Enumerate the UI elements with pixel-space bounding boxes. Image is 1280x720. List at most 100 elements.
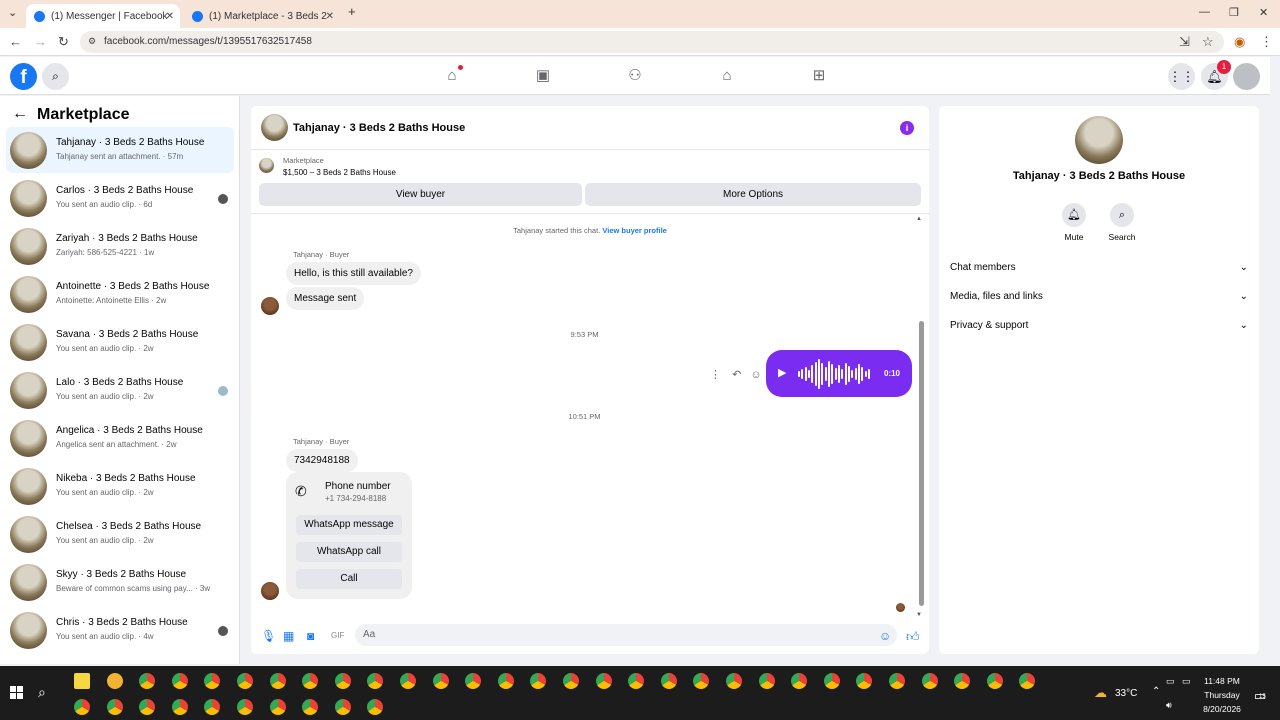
- chrome-icon[interactable]: [1019, 673, 1036, 689]
- more-options-button[interactable]: More Options: [585, 183, 921, 206]
- conversation-item[interactable]: Angelica · 3 Beds 2 Baths House Angelica …: [6, 415, 234, 461]
- chrome-icon[interactable]: [497, 673, 514, 689]
- chrome-icon[interactable]: [726, 673, 742, 689]
- facebook-logo-icon[interactable]: f: [10, 63, 37, 90]
- buyer-avatar[interactable]: [261, 582, 279, 600]
- tab-marketplace[interactable]: (1) Marketplace - 3 Beds 2 Baths House ✕: [184, 4, 340, 28]
- conversation-item[interactable]: Chris · 3 Beds 2 Baths House You sent an …: [6, 607, 234, 653]
- close-tab-icon[interactable]: ✕: [326, 11, 334, 22]
- chrome-icon[interactable]: [889, 673, 905, 689]
- conversation-item[interactable]: Antoinette · 3 Beds 2 Baths House Antoine…: [6, 271, 234, 317]
- minimize-button[interactable]: —: [1199, 6, 1210, 18]
- chrome-icon[interactable]: [758, 673, 775, 689]
- gif-icon[interactable]: GIF: [331, 631, 344, 640]
- chrome-icon[interactable]: [921, 673, 938, 689]
- emoji-react-icon[interactable]: ☺: [750, 369, 761, 381]
- new-tab-button[interactable]: +: [348, 4, 356, 19]
- chrome-icon[interactable]: [628, 673, 645, 689]
- search-icon[interactable]: ⌕: [42, 63, 69, 90]
- chrome-icon[interactable]: [171, 699, 188, 715]
- back-icon[interactable]: ←: [9, 34, 22, 49]
- chat-avatar[interactable]: [261, 114, 288, 141]
- conversation-item[interactable]: Carlos · 3 Beds 2 Baths House You sent an…: [6, 175, 234, 221]
- hidden-icons-chevron-icon[interactable]: ⌃: [1152, 686, 1160, 697]
- whatsapp-call-button[interactable]: WhatsApp call: [296, 542, 402, 562]
- message-bubble[interactable]: 7342948188: [286, 449, 358, 472]
- whatsapp-message-button[interactable]: WhatsApp message: [296, 515, 402, 535]
- section-privacy-support[interactable]: Privacy & support ⌄: [950, 320, 1248, 331]
- scroll-down-icon[interactable]: ▼: [916, 612, 922, 618]
- mute-button[interactable]: 🔔︎ Mute: [1054, 203, 1094, 242]
- account-avatar[interactable]: [1233, 63, 1260, 90]
- gaming-icon[interactable]: ⊞: [808, 65, 830, 87]
- chrome-icon[interactable]: [237, 699, 253, 715]
- photo-icon[interactable]: ▦: [283, 629, 294, 643]
- marketplace-icon[interactable]: ⌂: [716, 65, 738, 87]
- microphone-icon[interactable]: 🎙︎: [261, 629, 276, 643]
- sticky-notes-icon[interactable]: [74, 673, 90, 689]
- section-chat-members[interactable]: Chat members ⌄: [950, 262, 1248, 273]
- chrome-icon[interactable]: [465, 673, 482, 689]
- audio-message[interactable]: ▶ 0:10: [766, 350, 912, 397]
- chrome-icon[interactable]: [302, 673, 319, 689]
- install-app-icon[interactable]: ⇲: [1179, 34, 1190, 50]
- more-options-icon[interactable]: ⋮: [710, 369, 721, 381]
- search-icon[interactable]: ⌕: [38, 684, 46, 701]
- conversation-item[interactable]: Nikeba · 3 Beds 2 Baths House You sent an…: [6, 463, 234, 509]
- network-icon[interactable]: ▭: [1166, 676, 1175, 687]
- chrome-icon[interactable]: [400, 673, 416, 689]
- contact-avatar[interactable]: [1075, 116, 1123, 164]
- restore-button[interactable]: ❐: [1229, 6, 1239, 19]
- sticker-icon[interactable]: ◙: [307, 629, 314, 643]
- volume-icon[interactable]: 🔊︎: [1166, 700, 1172, 711]
- like-thumb-icon[interactable]: 👍︎: [906, 629, 920, 645]
- conversation-item[interactable]: Lalo · 3 Beds 2 Baths House You sent an a…: [6, 367, 234, 413]
- groups-icon[interactable]: ⚇: [624, 65, 646, 87]
- emoji-icon[interactable]: ☺: [879, 629, 891, 643]
- start-icon[interactable]: [10, 686, 23, 699]
- chrome-icon[interactable]: [367, 699, 384, 715]
- conversation-item[interactable]: Zariyah · 3 Beds 2 Baths House Zariyah: 5…: [6, 223, 234, 269]
- chrome-icon[interactable]: [171, 673, 188, 689]
- section-media-files[interactable]: Media, files and links ⌄: [950, 291, 1248, 302]
- battery-icon[interactable]: ▭: [1182, 676, 1191, 687]
- chrome-icon[interactable]: [856, 673, 873, 689]
- bookmark-star-icon[interactable]: ☆: [1202, 34, 1214, 50]
- chrome-icon[interactable]: [530, 673, 547, 689]
- home-icon[interactable]: ⌂: [441, 65, 463, 87]
- chrome-icon[interactable]: [791, 673, 808, 689]
- chrome-icon[interactable]: [563, 673, 579, 689]
- site-info-icon[interactable]: ⚙: [88, 36, 96, 47]
- chrome-icon[interactable]: [269, 699, 286, 715]
- chrome-icon[interactable]: [595, 673, 612, 689]
- chrome-icon[interactable]: [334, 673, 351, 689]
- call-button[interactable]: Call: [296, 569, 402, 589]
- play-icon[interactable]: ▶: [778, 366, 786, 379]
- tab-messenger[interactable]: (1) Messenger | Facebook ✕: [26, 4, 180, 28]
- info-icon[interactable]: i: [900, 121, 914, 135]
- listing-price[interactable]: $1,500 – 3 Beds 2 Baths House: [283, 168, 396, 177]
- chrome-icon[interactable]: [660, 673, 677, 689]
- temperature[interactable]: 33°C: [1115, 688, 1137, 699]
- scroll-up-icon[interactable]: ▲: [916, 216, 922, 222]
- chrome-icon[interactable]: [139, 699, 156, 715]
- reply-icon[interactable]: ↶: [732, 369, 741, 381]
- scrollbar-thumb[interactable]: [919, 321, 924, 606]
- conversation-item[interactable]: Savana · 3 Beds 2 Baths House You sent an…: [6, 319, 234, 365]
- back-arrow-icon[interactable]: ←: [12, 105, 28, 123]
- chrome-icon[interactable]: [204, 699, 221, 715]
- search-conversation-button[interactable]: ⌕ Search: [1102, 203, 1142, 242]
- conversation-item[interactable]: Chelsea · 3 Beds 2 Baths House You sent a…: [6, 511, 234, 557]
- chrome-icon[interactable]: [139, 673, 156, 689]
- chrome-icon[interactable]: [693, 673, 710, 689]
- file-explorer-icon[interactable]: [106, 673, 123, 689]
- menu-grid-icon[interactable]: ⋮⋮: [1168, 63, 1195, 90]
- message-bubble[interactable]: Hello, is this still available?: [286, 262, 421, 285]
- chrome-icon[interactable]: [954, 673, 971, 689]
- chrome-icon[interactable]: [269, 673, 286, 689]
- url-field[interactable]: facebook.com/messages/t/1395517632517458: [80, 31, 1224, 53]
- buyer-avatar[interactable]: [261, 297, 279, 315]
- view-buyer-profile-link[interactable]: View buyer profile: [602, 226, 666, 235]
- chrome-icon[interactable]: [823, 673, 840, 689]
- browser-menu-icon[interactable]: ⋮: [1260, 34, 1273, 50]
